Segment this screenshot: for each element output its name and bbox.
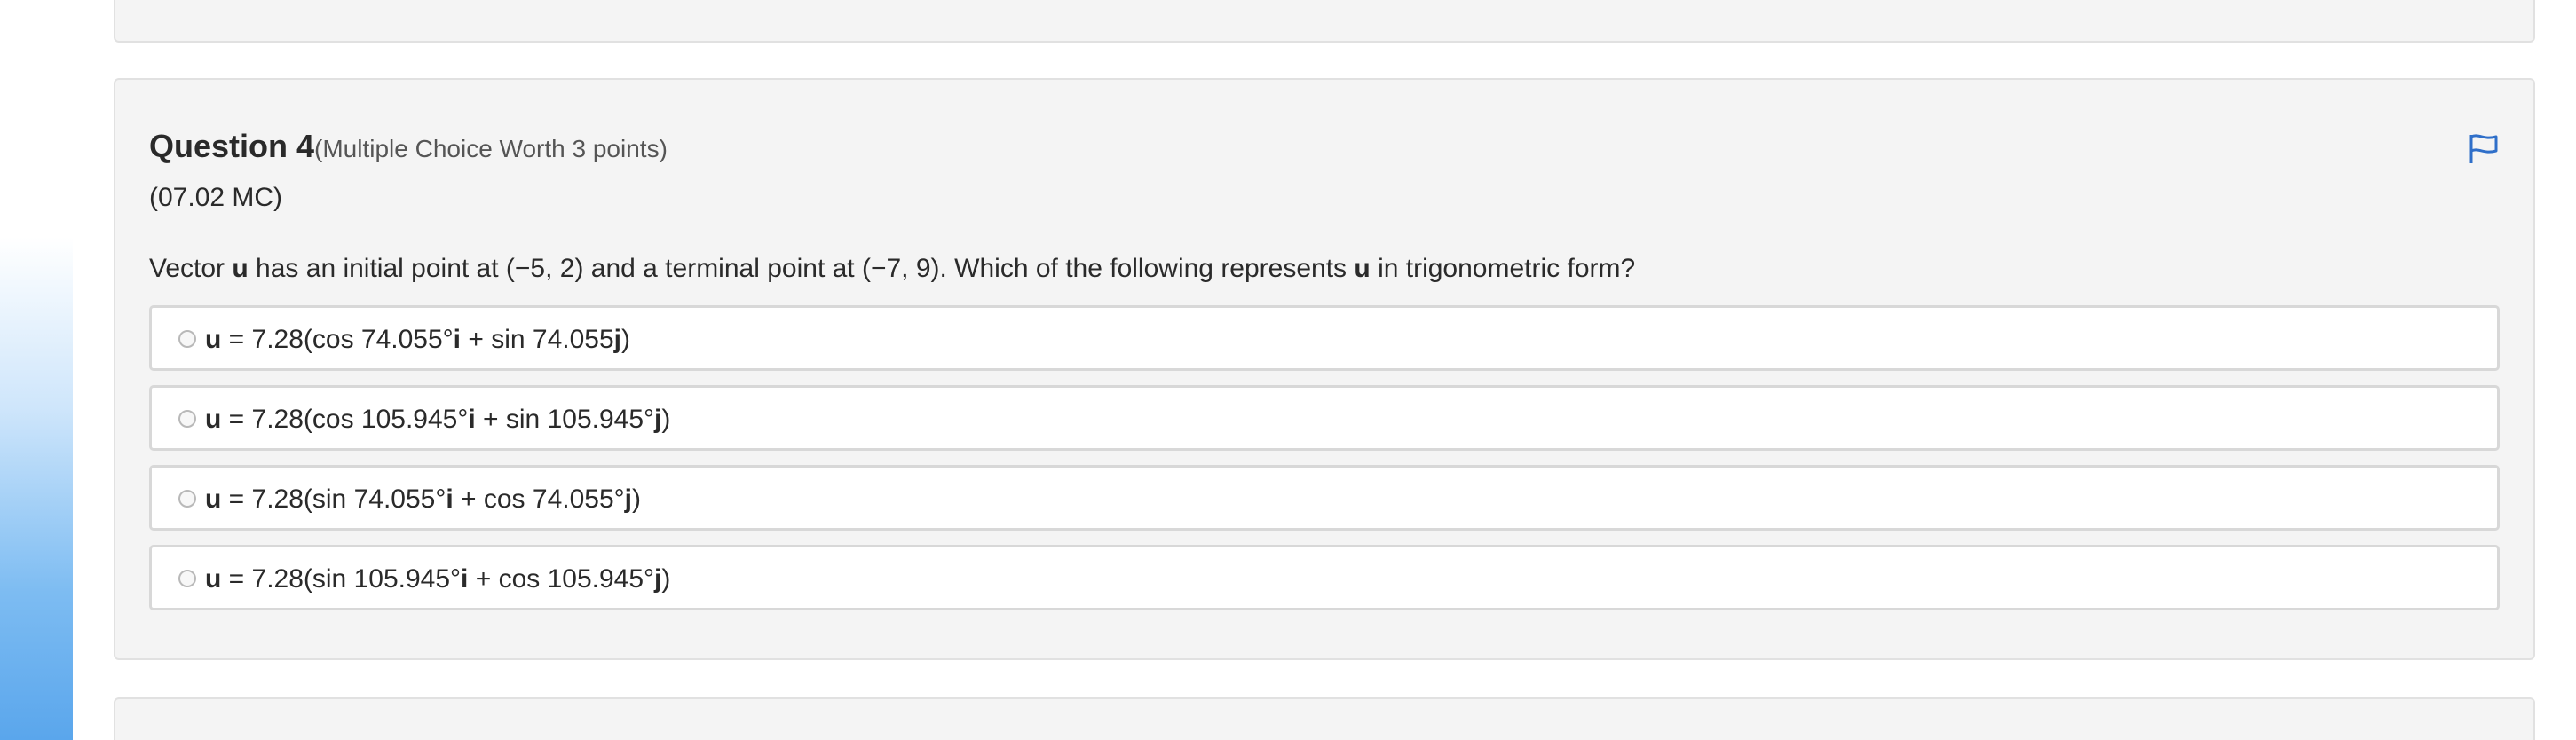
question-header: Question 4(Multiple Choice Worth 3 point… xyxy=(149,128,668,165)
answer-option-4[interactable]: u = 7.28(sin 105.945°i + cos 105.945°j) xyxy=(149,545,2500,610)
prompt-part: Vector xyxy=(149,254,233,283)
answer-option-3[interactable]: u = 7.28(sin 74.055°i + cos 74.055°j) xyxy=(149,465,2500,531)
unit-i: i xyxy=(468,405,476,434)
question-prompt: Vector u has an initial point at (−5, 2)… xyxy=(149,254,1635,284)
label-part: = 7.28(cos 74.055° xyxy=(221,325,454,354)
radio-button[interactable] xyxy=(178,410,196,428)
label-part: = 7.28(cos 105.945° xyxy=(221,405,469,434)
prompt-vector: u xyxy=(232,254,249,283)
unit-i: i xyxy=(453,325,462,354)
label-part: + sin 74.055 xyxy=(461,325,614,354)
answer-option-2[interactable]: u = 7.28(cos 105.945°i + sin 105.945°j) xyxy=(149,385,2500,451)
vector-symbol: u xyxy=(205,405,222,434)
answer-label: u = 7.28(cos 105.945°i + sin 105.945°j) xyxy=(205,405,670,435)
question-code: (07.02 MC) xyxy=(149,183,283,212)
prompt-part: in trigonometric form? xyxy=(1370,254,1636,283)
page: Question 4(Multiple Choice Worth 3 point… xyxy=(0,0,2576,740)
radio-button[interactable] xyxy=(178,330,196,348)
label-part: ) xyxy=(621,325,630,354)
answer-label: u = 7.28(sin 105.945°i + cos 105.945°j) xyxy=(205,564,670,594)
question-title: Question 4 xyxy=(149,128,315,164)
label-part: + sin 105.945° xyxy=(475,405,655,434)
answer-label: u = 7.28(sin 74.055°i + cos 74.055°j) xyxy=(205,484,641,515)
previous-question-card xyxy=(114,0,2535,43)
left-gradient-decoration xyxy=(0,0,73,740)
prompt-vector: u xyxy=(1354,254,1371,283)
radio-button[interactable] xyxy=(178,490,196,508)
next-question-card xyxy=(114,697,2535,740)
vector-symbol: u xyxy=(205,564,222,594)
answer-options: u = 7.28(cos 74.055°i + sin 74.055j) u =… xyxy=(149,305,2500,625)
question-card: Question 4(Multiple Choice Worth 3 point… xyxy=(114,78,2535,660)
flag-question-button[interactable] xyxy=(2466,131,2501,167)
unit-j: j xyxy=(624,484,632,514)
label-part: = 7.28(sin 74.055° xyxy=(221,484,446,514)
answer-option-1[interactable]: u = 7.28(cos 74.055°i + sin 74.055j) xyxy=(149,305,2500,371)
vector-symbol: u xyxy=(205,325,222,354)
label-part: + cos 105.945° xyxy=(468,564,655,594)
question-worth: (Multiple Choice Worth 3 points) xyxy=(314,135,668,162)
label-part: ) xyxy=(661,564,671,594)
vector-symbol: u xyxy=(205,484,222,514)
flag-icon xyxy=(2469,134,2498,163)
unit-i: i xyxy=(446,484,454,514)
label-part: + cos 74.055° xyxy=(453,484,625,514)
label-part: = 7.28(sin 105.945° xyxy=(221,564,462,594)
prompt-part: has an initial point at (−5, 2) and a te… xyxy=(248,254,1355,283)
label-part: ) xyxy=(661,405,671,434)
radio-button[interactable] xyxy=(178,570,196,587)
unit-j: j xyxy=(613,325,621,354)
answer-label: u = 7.28(cos 74.055°i + sin 74.055j) xyxy=(205,325,630,355)
label-part: ) xyxy=(632,484,641,514)
